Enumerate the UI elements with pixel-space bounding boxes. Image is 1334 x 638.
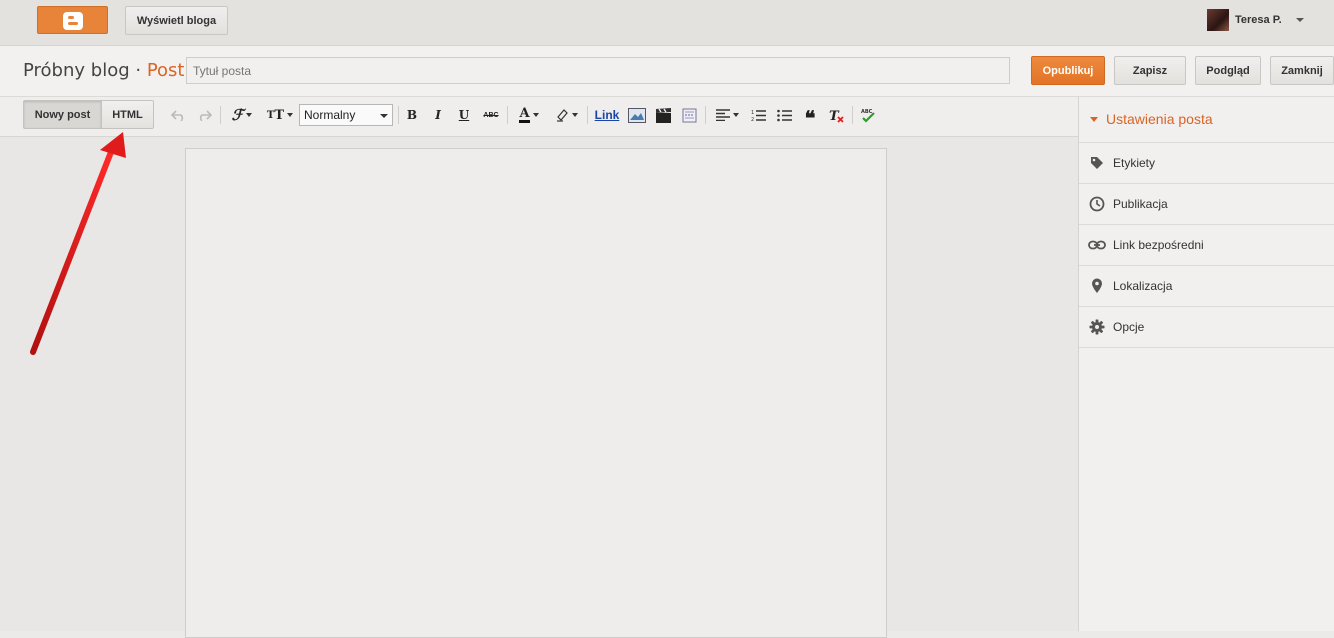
avatar (1207, 9, 1229, 31)
sidebar-item-labels[interactable]: Etykiety (1079, 142, 1334, 183)
sidebar-item-label: Publikacja (1113, 197, 1168, 211)
toolbar-divider (507, 106, 508, 124)
sidebar-item-schedule[interactable]: Publikacja (1079, 183, 1334, 224)
sidebar-item-label: Opcje (1113, 320, 1145, 334)
triangle-down-icon (1090, 116, 1098, 122)
svg-text:ABC: ABC (861, 109, 873, 115)
chevron-down-icon (380, 114, 388, 118)
view-blog-button[interactable]: Wyświetl bloga (125, 6, 228, 35)
post-title-input[interactable] (186, 57, 1010, 84)
editor-mode-toggle: Nowy post HTML (23, 100, 154, 129)
insert-image-icon[interactable] (626, 104, 648, 126)
insert-jump-break-icon[interactable] (678, 104, 700, 126)
clock-icon (1088, 195, 1106, 213)
title-separator: · (129, 60, 147, 81)
toolbar-divider (852, 106, 853, 124)
quote-icon[interactable]: ❝ (800, 104, 820, 129)
preview-button[interactable]: Podgląd (1195, 56, 1261, 85)
save-button[interactable]: Zapisz (1114, 56, 1186, 85)
sidebar-item-label: Link bezpośredni (1113, 238, 1204, 252)
tag-icon (1088, 154, 1106, 172)
toolbar-divider (398, 106, 399, 124)
sidebar-item-options[interactable]: Opcje (1079, 306, 1334, 347)
underline-button[interactable]: U (456, 104, 472, 126)
close-button[interactable]: Zamknij (1270, 56, 1334, 85)
svg-text:1: 1 (751, 110, 754, 116)
sidebar-divider (1079, 347, 1334, 348)
html-mode-button[interactable]: HTML (102, 100, 154, 129)
toolbar-divider (705, 106, 706, 124)
sidebar-item-label: Lokalizacja (1113, 279, 1173, 293)
bold-button[interactable]: B (404, 104, 420, 126)
strikethrough-button[interactable]: ABC (481, 104, 501, 126)
sidebar-item-location[interactable]: Lokalizacja (1079, 265, 1334, 306)
paragraph-format-value: Normalny (304, 108, 356, 122)
chevron-down-icon (1295, 18, 1304, 22)
compose-mode-button[interactable]: Nowy post (23, 100, 102, 129)
undo-icon[interactable] (170, 104, 188, 126)
toolbar-divider (220, 106, 221, 124)
page-title: Próbny blog · Post (23, 60, 184, 81)
publish-button[interactable]: Opublikuj (1031, 56, 1105, 85)
post-settings-header[interactable]: Ustawienia posta (1090, 111, 1213, 127)
blogger-logo-button[interactable] (37, 6, 108, 34)
italic-button[interactable]: I (430, 104, 446, 126)
font-size-icon[interactable]: TT (264, 104, 296, 126)
gear-icon (1088, 318, 1106, 336)
blog-name: Próbny blog (23, 60, 130, 81)
blogger-logo-icon (63, 12, 83, 30)
bulleted-list-icon[interactable] (774, 104, 794, 126)
paragraph-format-select[interactable]: Normalny (299, 104, 393, 126)
insert-video-icon[interactable] (652, 104, 674, 126)
svg-text:2: 2 (751, 117, 754, 122)
post-settings-title: Ustawienia posta (1106, 111, 1213, 127)
clear-formatting-icon[interactable]: T (826, 104, 846, 126)
location-pin-icon (1088, 277, 1106, 295)
user-name: Teresa P. (1235, 14, 1282, 26)
insert-link-button[interactable]: Link (593, 104, 621, 126)
spell-check-icon[interactable]: ABC (858, 104, 878, 126)
numbered-list-icon[interactable]: 12 (748, 104, 768, 126)
highlight-color-icon[interactable] (550, 104, 582, 126)
post-body-editor[interactable] (185, 148, 887, 638)
user-menu[interactable]: Teresa P. (1207, 8, 1304, 32)
section-label: Post (146, 60, 185, 81)
align-icon[interactable] (711, 104, 743, 126)
toolbar-divider (587, 106, 588, 124)
sidebar-item-label: Etykiety (1113, 156, 1156, 170)
font-family-icon[interactable]: ℱ (226, 104, 258, 126)
link-icon (1088, 236, 1106, 254)
redo-icon[interactable] (195, 104, 213, 126)
sidebar-item-permalink[interactable]: Link bezpośredni (1079, 224, 1334, 265)
text-color-icon[interactable]: A (513, 104, 545, 126)
